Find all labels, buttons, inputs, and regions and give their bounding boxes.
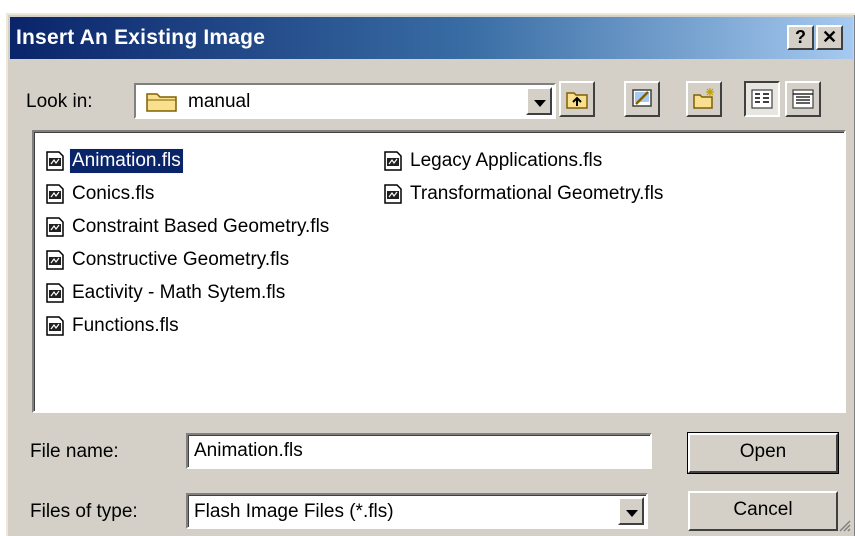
file-name-label: File name: xyxy=(30,441,119,462)
file-name-label: Constructive Geometry.fls xyxy=(72,248,290,270)
list-view-button[interactable] xyxy=(744,81,780,117)
file-name-label: Functions.fls xyxy=(72,314,179,336)
file-type-dropdown-button[interactable] xyxy=(618,497,644,525)
title-bar[interactable]: Insert An Existing Image ? ✕ xyxy=(10,17,853,59)
document-icon xyxy=(384,150,402,171)
document-icon xyxy=(46,282,64,303)
insert-image-dialog: Insert An Existing Image ? ✕ Look in: ma… xyxy=(6,13,855,536)
document-icon xyxy=(46,315,64,336)
document-icon xyxy=(46,249,64,270)
file-item[interactable]: Constructive Geometry.fls xyxy=(46,243,331,276)
details-view-button[interactable] xyxy=(785,81,821,117)
file-item[interactable]: Constraint Based Geometry.fls xyxy=(46,210,331,243)
open-button[interactable]: Open xyxy=(687,432,839,474)
new-folder-button[interactable] xyxy=(686,81,722,117)
chevron-down-icon xyxy=(534,100,546,107)
resize-grip-icon[interactable] xyxy=(837,518,851,532)
dialog-title: Insert An Existing Image xyxy=(16,26,266,49)
file-name-input[interactable]: Animation.fls xyxy=(186,433,652,469)
file-type-label: Files of type: xyxy=(30,501,138,522)
up-one-level-button[interactable] xyxy=(559,81,595,117)
desktop-button[interactable] xyxy=(624,81,660,117)
help-button[interactable]: ? xyxy=(787,25,814,50)
file-type-value: Flash Image Files (*.fls) xyxy=(194,501,394,522)
desktop-icon xyxy=(632,89,652,107)
file-column-2: Legacy Applications.fls Transformational … xyxy=(384,144,665,210)
look-in-label: Look in: xyxy=(26,91,93,112)
chevron-down-icon xyxy=(626,510,638,517)
file-type-dropdown[interactable]: Flash Image Files (*.fls) xyxy=(186,493,648,529)
file-column-1: Animation.fls Conics.fls Constraint Based … xyxy=(46,144,331,342)
document-icon xyxy=(384,183,402,204)
file-list[interactable]: Animation.fls Conics.fls Constraint Based … xyxy=(32,130,846,413)
file-item[interactable]: Functions.fls xyxy=(46,309,331,342)
file-name-label: Legacy Applications.fls xyxy=(410,149,603,171)
file-name-label: Conics.fls xyxy=(72,182,155,204)
file-name-label: Transformational Geometry.fls xyxy=(410,182,664,204)
details-view-icon xyxy=(792,89,814,109)
new-folder-icon xyxy=(693,88,714,109)
close-button[interactable]: ✕ xyxy=(816,25,843,50)
cancel-button[interactable]: Cancel xyxy=(688,491,838,531)
look-in-value: manual xyxy=(188,91,251,112)
folder-icon xyxy=(146,90,178,118)
look-in-dropdown[interactable]: manual xyxy=(134,83,556,119)
up-one-level-icon xyxy=(566,92,588,109)
file-name-label: Constraint Based Geometry.fls xyxy=(72,215,330,237)
file-item[interactable]: Animation.fls xyxy=(46,144,331,177)
look-in-dropdown-button[interactable] xyxy=(526,87,552,115)
document-icon xyxy=(46,183,64,204)
file-item[interactable]: Eactivity - Math Sytem.fls xyxy=(46,276,331,309)
file-name-label: Eactivity - Math Sytem.fls xyxy=(72,281,286,303)
file-item[interactable]: Legacy Applications.fls xyxy=(384,144,665,177)
document-icon xyxy=(46,216,64,237)
file-name-label: Animation.fls xyxy=(69,147,184,174)
list-view-icon xyxy=(751,89,773,109)
file-item[interactable]: Transformational Geometry.fls xyxy=(384,177,665,210)
file-item[interactable]: Conics.fls xyxy=(46,177,331,210)
document-icon xyxy=(46,150,64,171)
